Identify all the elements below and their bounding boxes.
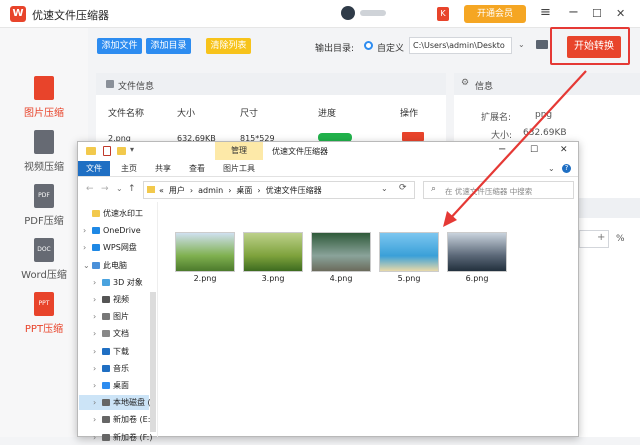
pointer-arrow-line (446, 70, 587, 223)
pointer-arrow (443, 70, 587, 227)
